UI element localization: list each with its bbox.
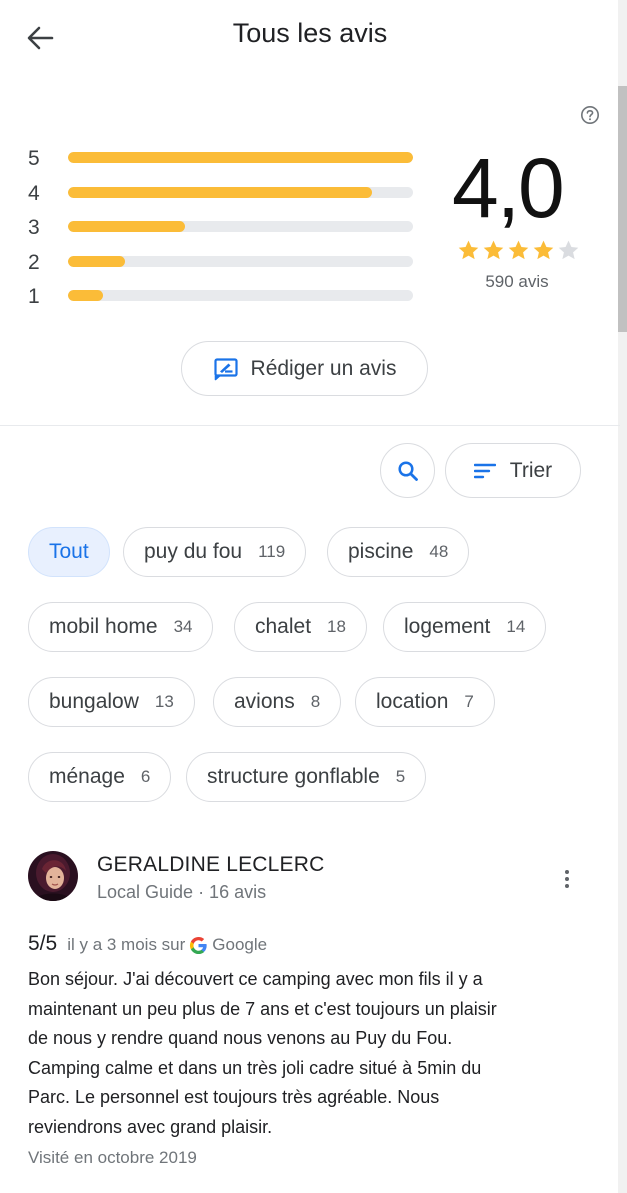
google-logo-icon <box>190 936 207 954</box>
histogram-label: 5 <box>28 147 40 170</box>
topic-chip-count: 6 <box>140 767 151 786</box>
star-icon <box>483 240 504 260</box>
topic-chip-count: 13 <box>154 692 174 711</box>
topic-chip-count: 5 <box>395 767 406 786</box>
topic-chip-count: 34 <box>173 617 193 636</box>
topic-chip[interactable]: structure gonflable 5 <box>186 752 427 802</box>
topic-chip-label: Tout <box>49 540 89 563</box>
histogram-track <box>68 290 413 301</box>
histogram-bar <box>68 152 413 163</box>
review-rating-line: 5/5 il y a 3 mois sur Google <box>28 932 267 956</box>
review-score: 5/5 <box>28 932 58 955</box>
topic-chip[interactable]: bungalow 13 <box>28 677 195 727</box>
reviews-page: Tous les avis 5 4 3 2 1 4,0 590 avis Rédiger… <box>0 0 627 1193</box>
topic-chip-label: chalet <box>255 615 312 638</box>
topic-chip-label: mobil home <box>49 615 158 638</box>
star-icon <box>533 240 554 260</box>
histogram-row: 3 <box>28 213 428 248</box>
histogram-label: 2 <box>28 250 40 274</box>
scrollbar-thumb[interactable] <box>618 86 627 332</box>
histogram-track <box>68 186 413 198</box>
histogram-label: 4 <box>28 181 40 205</box>
histogram-label: 3 <box>28 216 40 239</box>
histogram-track <box>68 221 413 232</box>
rating-histogram: 5 4 3 2 1 <box>28 144 428 317</box>
review-text: Bon séjour. J'ai découvert ce camping av… <box>28 965 588 1143</box>
histogram-row: 5 <box>28 144 428 179</box>
review-count: 590 avis <box>485 272 549 291</box>
more-vert-icon[interactable] <box>555 866 579 892</box>
topic-chip-label: structure gonflable <box>207 765 380 788</box>
histogram-bar <box>68 186 372 198</box>
sort-icon <box>473 463 496 478</box>
topic-chip[interactable]: logement 14 <box>383 602 547 652</box>
review-text-line: de nous y rendre quand nous venons au Pu… <box>28 1028 453 1049</box>
topic-chip-count: 119 <box>258 542 286 561</box>
reviewer-meta: Local Guide · 16 avis <box>97 882 267 902</box>
star-icon <box>458 240 479 260</box>
topic-chip-label: piscine <box>348 540 414 563</box>
topic-chip[interactable]: piscine 48 <box>327 527 470 577</box>
topic-chip[interactable]: mobil home 34 <box>28 602 214 652</box>
topic-chip-label: logement <box>404 615 491 638</box>
review-source: Google <box>212 935 268 954</box>
divider <box>0 425 620 426</box>
topic-chip-label: ménage <box>49 765 125 788</box>
review-text-line: Bon séjour. J'ai découvert ce camping av… <box>28 969 483 989</box>
page-title: Tous les avis <box>232 18 388 48</box>
topic-chip[interactable]: Tout <box>28 527 110 577</box>
topic-chip-count: 48 <box>429 542 449 561</box>
sort-label: Trier <box>509 458 553 482</box>
review-text-line: Camping calme et dans un très joli cadre… <box>28 1057 482 1078</box>
edit-review-icon <box>213 357 238 380</box>
review-text-line: maintenant un peu plus de 7 ans et c'est… <box>28 998 497 1019</box>
search-icon <box>397 460 418 481</box>
review-text-line: reviendrons avec grand plaisir. <box>28 1116 273 1137</box>
visit-date: Visité en octobre 2019 <box>28 1148 197 1167</box>
topic-chip[interactable]: puy du fou 119 <box>123 527 307 577</box>
histogram-bar <box>68 290 103 301</box>
scrollbar[interactable] <box>618 0 627 1193</box>
topic-chip-count: 14 <box>506 617 526 636</box>
average-rating: 4,0 <box>452 141 565 235</box>
reviewer-name[interactable]: GERALDINE LECLERC <box>97 853 324 877</box>
histogram-label: 1 <box>28 285 40 308</box>
histogram-row: 1 <box>28 282 428 317</box>
topic-chip[interactable]: avions 8 <box>213 677 342 727</box>
search-reviews-button[interactable] <box>380 443 435 498</box>
star-icon <box>508 240 529 260</box>
topic-chip[interactable]: chalet 18 <box>234 602 367 652</box>
topic-chip[interactable]: ménage 6 <box>28 752 172 802</box>
topic-chip-label: location <box>376 690 449 713</box>
header: Tous les avis <box>0 0 620 72</box>
topic-chip-count: 8 <box>310 692 321 711</box>
review-text-line: Parc. Le personnel est toujours très agr… <box>28 1087 440 1108</box>
histogram-track <box>68 255 413 267</box>
write-review-button[interactable]: Rédiger un avis <box>181 341 428 396</box>
topic-chip-label: puy du fou <box>144 540 243 563</box>
sort-button[interactable]: Trier <box>445 443 581 498</box>
star-icon <box>558 240 579 260</box>
star-rating <box>456 238 581 263</box>
help-icon[interactable] <box>579 104 601 126</box>
topic-chip[interactable]: location 7 <box>355 677 495 727</box>
review-time-text: il y a 3 mois sur <box>67 935 186 954</box>
topic-chip-label: bungalow <box>49 690 139 713</box>
topic-chip-count: 18 <box>327 617 346 636</box>
avatar[interactable] <box>28 851 78 901</box>
topic-chip-count: 7 <box>464 692 474 711</box>
histogram-row: 2 <box>28 248 428 283</box>
write-review-label: Rédiger un avis <box>250 356 397 380</box>
histogram-bar <box>68 255 125 267</box>
histogram-row: 4 <box>28 179 428 214</box>
histogram-bar <box>68 221 186 232</box>
histogram-track <box>68 152 413 163</box>
review-time: il y a 3 mois sur Google <box>67 935 267 955</box>
topic-chip-label: avions <box>234 690 295 713</box>
